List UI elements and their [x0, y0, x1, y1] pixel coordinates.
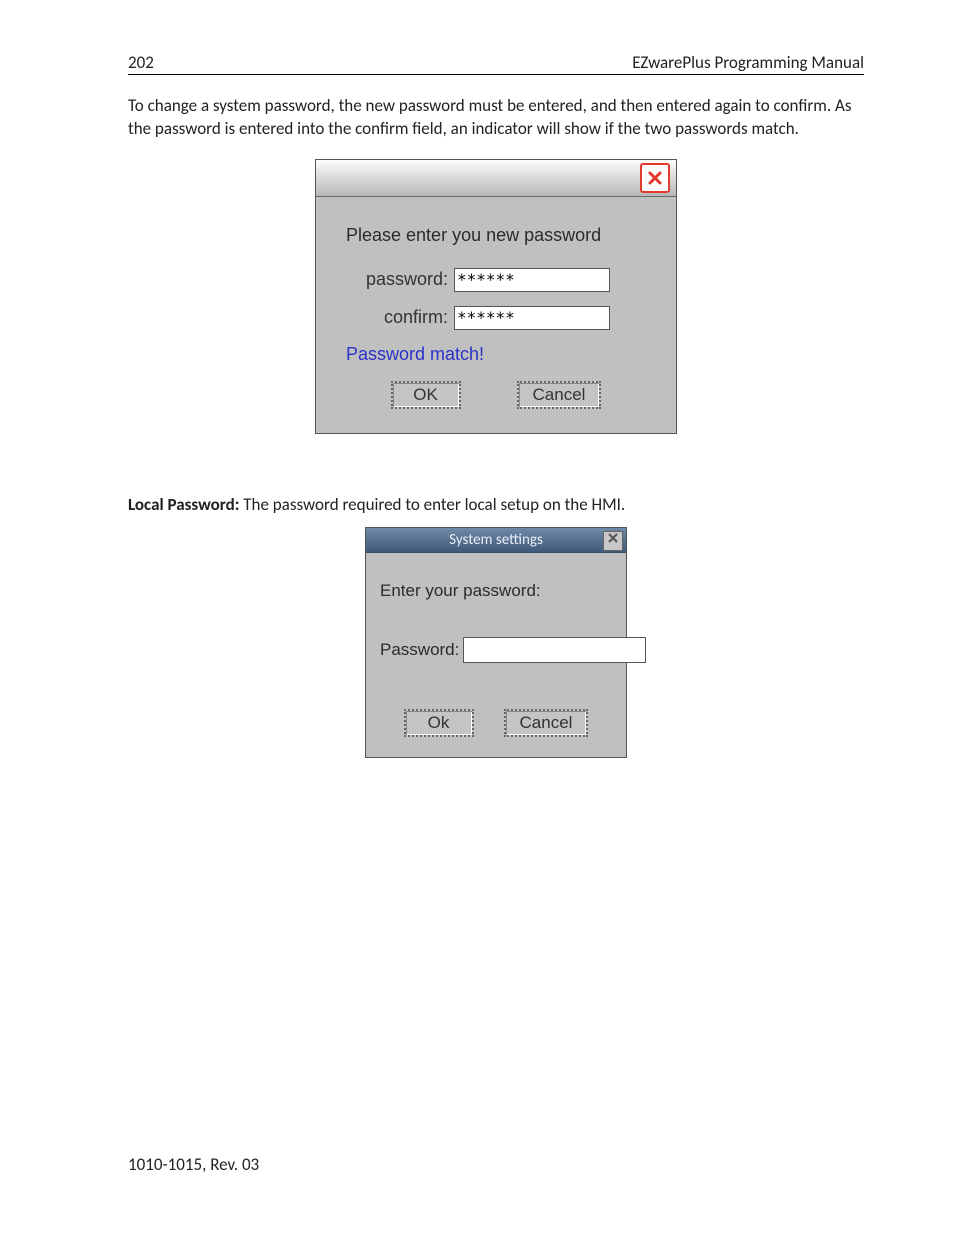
- intro-paragraph: To change a system password, the new pas…: [128, 95, 864, 141]
- cancel-button[interactable]: Cancel: [504, 709, 589, 737]
- intro-text: To change a system password, the new pas…: [128, 95, 864, 141]
- password-label: Password:: [380, 640, 463, 660]
- dialog-titlebar: [316, 160, 676, 197]
- page-number: 202: [128, 52, 154, 73]
- close-icon[interactable]: [603, 531, 623, 551]
- dialog-prompt: Enter your password:: [380, 581, 612, 601]
- change-password-dialog: Please enter you new password password: …: [315, 159, 677, 434]
- ok-button[interactable]: Ok: [404, 709, 474, 737]
- page-header: 202 EZwarePlus Programming Manual: [128, 52, 864, 75]
- cancel-button[interactable]: Cancel: [517, 381, 602, 409]
- dialog-title: System settings: [449, 531, 543, 549]
- password-label: password:: [336, 269, 454, 290]
- password-input[interactable]: [463, 637, 646, 663]
- dialog-titlebar: System settings: [366, 528, 626, 553]
- local-password-section: Local Password: The password required to…: [128, 494, 864, 517]
- confirm-label: confirm:: [336, 307, 454, 328]
- password-match-status: Password match!: [336, 344, 656, 365]
- dialog-prompt: Please enter you new password: [336, 225, 656, 246]
- footer-rev: 1010-1015, Rev. 03: [128, 1154, 259, 1175]
- doc-title: EZwarePlus Programming Manual: [632, 52, 864, 73]
- confirm-input[interactable]: [454, 306, 610, 330]
- local-password-text: The password required to enter local set…: [239, 494, 625, 515]
- local-password-heading: Local Password:: [128, 494, 239, 515]
- password-input[interactable]: [454, 268, 610, 292]
- system-settings-dialog: System settings Enter your password: Pas…: [365, 527, 627, 758]
- ok-button[interactable]: OK: [391, 381, 461, 409]
- close-icon[interactable]: [640, 163, 670, 193]
